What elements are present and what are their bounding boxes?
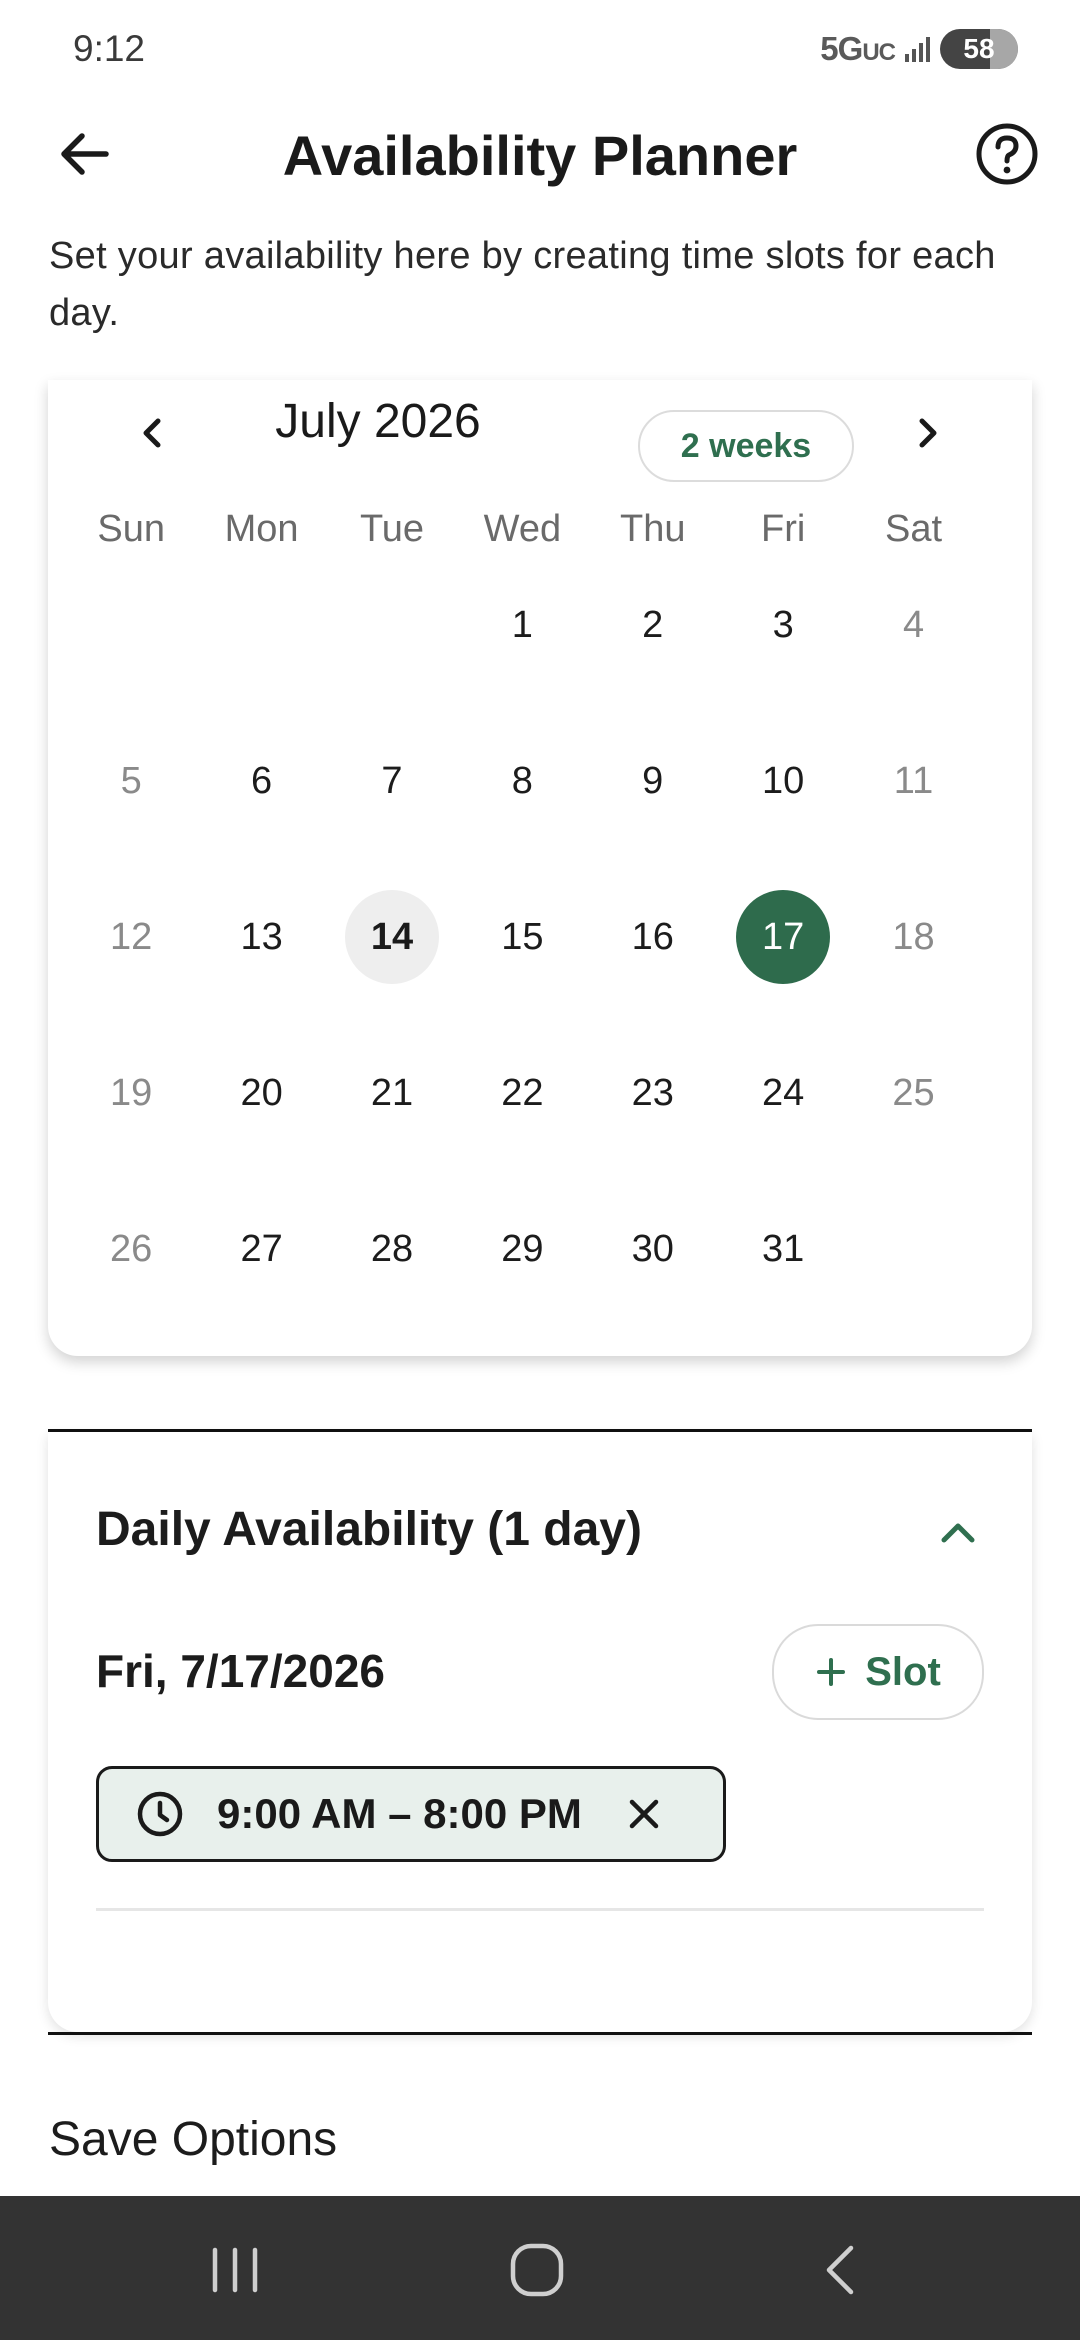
app-header: Availability Planner <box>0 105 1080 210</box>
weekday-label: Thu <box>620 508 686 550</box>
time-slot-chip[interactable]: 9:00 AM – 8:00 PM <box>96 1766 726 1862</box>
calendar-days-grid: 1 2 3 4 5 6 7 8 9 10 11 12 13 14 15 16 1… <box>66 602 979 1382</box>
calendar-day[interactable]: 31 <box>718 1226 848 1382</box>
weekday-label: Tue <box>359 508 425 550</box>
recent-apps-icon[interactable] <box>205 2242 265 2298</box>
status-bar: 9:12 5GUC 58 <box>0 0 1080 105</box>
section-divider <box>48 2032 1032 2035</box>
close-icon[interactable] <box>622 1792 666 1836</box>
network-suffix: UC <box>862 39 896 66</box>
battery-icon: 58 <box>940 29 1018 69</box>
back-icon[interactable] <box>815 2240 865 2300</box>
system-navigation-bar <box>0 2196 1080 2340</box>
calendar-day[interactable]: 30 <box>588 1226 718 1382</box>
divider <box>96 1908 984 1911</box>
calendar-card: July 2026 2 weeks Sun Mon Tue Wed Thu Fr… <box>48 380 1032 1356</box>
help-button[interactable] <box>972 119 1042 189</box>
save-options-heading: Save Options <box>49 2113 338 2166</box>
status-time: 9:12 <box>73 28 146 69</box>
weekday-label: Sun <box>97 508 165 550</box>
network-label: 5GUC <box>820 30 896 68</box>
collapse-button[interactable] <box>928 1502 988 1562</box>
network-type: 5G <box>820 30 863 67</box>
calendar-day[interactable]: 27 <box>196 1226 326 1382</box>
next-month-button[interactable] <box>892 398 962 468</box>
add-slot-label: Slot <box>865 1649 941 1694</box>
page-title: Availability Planner <box>282 124 798 187</box>
intro-text: Set your availability here by creating t… <box>49 235 996 334</box>
slot-time-range: 9:00 AM – 8:00 PM <box>217 1790 582 1837</box>
question-circle-icon <box>976 123 1038 185</box>
plus-icon <box>817 1658 846 1686</box>
calendar-day[interactable]: 28 <box>327 1226 457 1382</box>
weekday-label: Wed <box>483 508 562 550</box>
weekday-label: Mon <box>224 508 299 550</box>
calendar-day[interactable]: 29 <box>457 1226 587 1382</box>
home-icon[interactable] <box>505 2240 569 2300</box>
weekday-label: Sat <box>885 508 943 550</box>
weekday-label: Fri <box>760 508 806 550</box>
clock-icon <box>137 1791 183 1837</box>
daily-availability-card: Daily Availability (1 day) Fri, 7/17/202… <box>48 1432 1032 2032</box>
battery-level: 58 <box>963 33 995 64</box>
previous-month-button[interactable] <box>118 398 188 468</box>
chevron-left-icon <box>143 418 161 448</box>
chevron-right-icon <box>919 418 937 448</box>
range-toggle-chip[interactable]: 2 weeks <box>638 410 854 482</box>
status-icons: 5GUC 58 <box>820 28 1018 70</box>
signal-icon <box>905 36 930 62</box>
daily-availability-title: Daily Availability (1 day) <box>96 1503 642 1556</box>
chevron-up-icon <box>941 1523 975 1543</box>
calendar-day <box>848 1226 978 1382</box>
month-label: July 2026 <box>275 395 481 448</box>
add-slot-button[interactable]: Slot <box>772 1624 984 1720</box>
selected-date-label: Fri, 7/17/2026 <box>96 1645 385 1697</box>
weekday-header: Sun Mon Tue Wed Thu Fri Sat <box>66 508 1014 551</box>
calendar-day[interactable]: 26 <box>66 1226 196 1382</box>
